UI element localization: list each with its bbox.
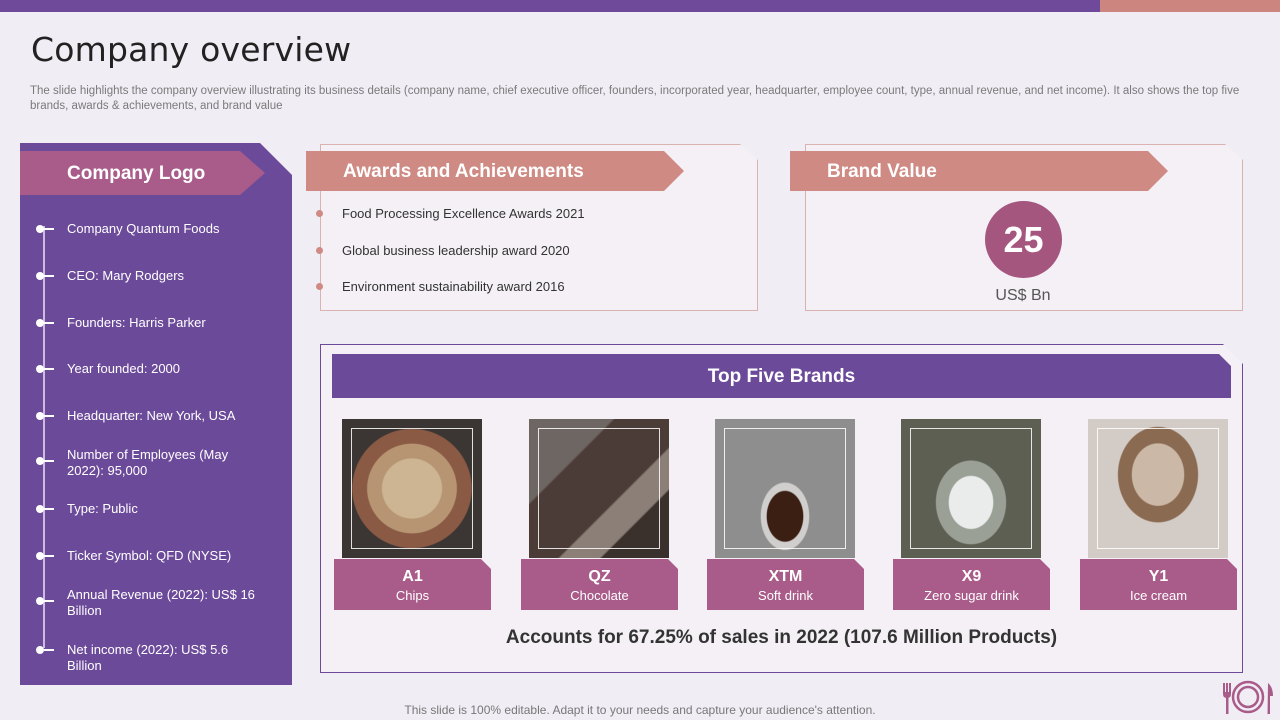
brand-image-ice-cream	[1088, 419, 1228, 558]
company-employees: Number of Employees (May 2022): 95,000	[67, 447, 229, 478]
company-revenue: Annual Revenue (2022): US$ 16 Billion	[67, 587, 255, 618]
company-type: Type: Public	[67, 501, 138, 516]
brand-category: Zero sugar drink	[924, 588, 1019, 603]
company-ceo: CEO: Mary Rodgers	[67, 268, 185, 283]
timeline-dot-icon	[36, 365, 44, 373]
award-text: Food Processing Excellence Awards 2021	[342, 206, 585, 221]
timeline-dash	[44, 460, 54, 462]
top-accent-bar-pink	[1100, 0, 1280, 12]
brand-image-zero-sugar-drink	[901, 419, 1041, 558]
timeline-dot-icon	[36, 272, 44, 280]
brand-category: Chocolate	[570, 588, 629, 603]
timeline-dash	[44, 228, 54, 230]
company-year-founded: Year founded: 2000	[67, 361, 181, 376]
timeline-dash	[44, 555, 54, 557]
plate-cutlery-icon	[1223, 680, 1273, 714]
company-founders: Founders: Harris Parker	[67, 315, 206, 330]
timeline-dash	[44, 275, 54, 277]
award-bullet-icon	[316, 283, 323, 290]
timeline-dot-icon	[36, 552, 44, 560]
timeline-dash	[44, 322, 54, 324]
image-frame	[538, 428, 660, 549]
image-frame	[351, 428, 473, 549]
brand-code: QZ	[588, 568, 611, 585]
brand-tab: X9 Zero sugar drink	[893, 559, 1050, 610]
company-name: Company Quantum Foods	[67, 221, 220, 236]
brand-tab: XTM Soft drink	[707, 559, 864, 610]
brand-category: Chips	[395, 588, 430, 603]
timeline-dash	[44, 508, 54, 510]
timeline-dash	[44, 368, 54, 370]
slide-footer: This slide is 100% editable. Adapt it to…	[404, 703, 876, 717]
timeline-dot-icon	[36, 319, 44, 327]
brand-code: X9	[961, 568, 982, 585]
brand-value-heading: Brand Value	[827, 161, 937, 182]
brand-tab: A1 Chips	[334, 559, 491, 610]
company-ticker: Ticker Symbol: QFD (NYSE)	[67, 548, 232, 563]
timeline-dot-icon	[36, 225, 44, 233]
brand-tab: Y1 Ice cream	[1080, 559, 1237, 610]
timeline-dash	[44, 415, 54, 417]
timeline-dash	[44, 600, 54, 602]
timeline-dot-icon	[36, 597, 44, 605]
award-bullet-icon	[316, 247, 323, 254]
brand-tab: QZ Chocolate	[521, 559, 678, 610]
company-logo-tab: Company Logo	[20, 151, 265, 195]
top-brands-header: Top Five Brands	[332, 354, 1231, 398]
image-frame	[910, 428, 1032, 549]
brand-category: Soft drink	[758, 588, 813, 603]
timeline-dot-icon	[36, 412, 44, 420]
company-headquarter: Headquarter: New York, USA	[67, 408, 236, 423]
slide-subtitle: The slide highlights the company overvie…	[30, 85, 1240, 112]
awards-ribbon: Awards and Achievements	[306, 151, 684, 191]
brand-code: XTM	[768, 568, 803, 585]
brand-value-ribbon: Brand Value	[790, 151, 1168, 191]
timeline-dash	[44, 649, 54, 651]
timeline-line	[43, 226, 45, 648]
slide-title: Company overview	[31, 30, 352, 69]
top-accent-bar	[0, 0, 1100, 12]
brand-image-chocolate	[529, 419, 669, 558]
sales-summary: Accounts for 67.25% of sales in 2022 (10…	[505, 627, 1058, 648]
brand-code: A1	[402, 568, 423, 585]
award-text: Environment sustainability award 2016	[342, 279, 565, 294]
brand-category: Ice cream	[1129, 588, 1188, 603]
award-bullet-icon	[316, 210, 323, 217]
award-text: Global business leadership award 2020	[342, 243, 570, 258]
top-brands-heading: Top Five Brands	[707, 366, 856, 387]
brand-code: Y1	[1148, 568, 1169, 585]
brand-value-number: 25	[985, 201, 1062, 278]
timeline-dot-icon	[36, 457, 44, 465]
timeline-dot-icon	[36, 505, 44, 513]
brand-image-soft-drink	[715, 419, 855, 558]
company-net-income: Net income (2022): US$ 5.6 Billion	[67, 642, 229, 673]
awards-heading: Awards and Achievements	[343, 161, 584, 182]
brand-value-unit: US$ Bn	[995, 287, 1051, 304]
image-frame	[724, 428, 846, 549]
timeline-dot-icon	[36, 646, 44, 654]
image-frame	[1097, 428, 1219, 549]
company-logo-heading: Company Logo	[67, 163, 206, 184]
brand-image-chips	[342, 419, 482, 558]
